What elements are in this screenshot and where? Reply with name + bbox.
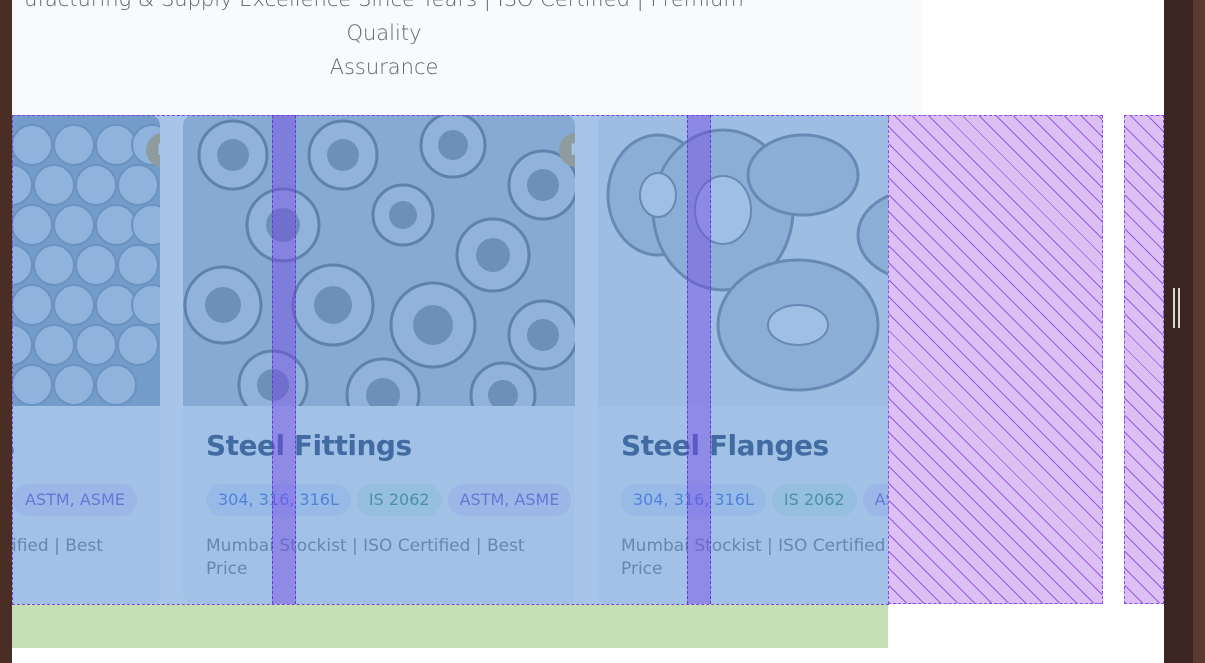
- tag-standard: ASTM, ASME: [13, 484, 137, 516]
- hero-section: ufacturing & Supply Excellence Since Yea…: [12, 0, 922, 115]
- inspector-overflow-hatch: [888, 115, 1103, 604]
- card-tags: 304, 316, 316L IS 2062 ASTM, ASME: [206, 484, 575, 516]
- product-card-flanges[interactable]: Steel Flanges 304, 316, 316LIS 2062AST M…: [598, 115, 888, 604]
- steel-fittings-image: [183, 115, 575, 406]
- tag-is-standard: IS 2062: [356, 484, 442, 516]
- card-title: Steel Flanges: [621, 429, 829, 462]
- card-description: Mumbai Stockist | ISO Certified | Best P…: [621, 536, 888, 579]
- product-slider: P rs ASTM, ASME ified | Best: [12, 115, 888, 604]
- steel-bars-image: [12, 115, 160, 406]
- page-viewport: ufacturing & Supply Excellence Since Yea…: [12, 0, 1164, 663]
- card-title: rs: [12, 429, 15, 462]
- hero-subtitle-line-1: ufacturing & Supply Excellence Since Yea…: [24, 0, 744, 45]
- card-tags: 304, 316, 316LIS 2062AST: [621, 484, 888, 516]
- card-title: Steel Fittings: [206, 429, 412, 462]
- card-tags: ASTM, ASME: [12, 484, 143, 516]
- inspector-gap-strip: [687, 115, 711, 604]
- window-frame-right: [1193, 0, 1205, 663]
- card-description: ified | Best: [12, 536, 103, 556]
- card-description: Mumbai Stockist | ISO Certified | Best P…: [206, 536, 525, 579]
- product-card-bars[interactable]: P rs ASTM, ASME ified | Best: [12, 115, 160, 604]
- product-card-fittings[interactable]: P Steel Fittings 304, 316, 316LIS 2062AS…: [183, 115, 575, 604]
- tag-is-standard: IS 2062: [771, 484, 857, 516]
- hero-subtitle-line-2: Assurance: [329, 55, 439, 79]
- window-frame-left: [0, 0, 12, 663]
- hero-subtitle: ufacturing & Supply Excellence Since Yea…: [12, 0, 756, 84]
- tag-standard: ASTM, ASME: [447, 484, 572, 516]
- steel-flanges-image: [598, 115, 888, 406]
- inspector-padding-overlay: [12, 604, 888, 648]
- inspector-overflow-hatch: [1124, 115, 1164, 604]
- panel-resize-handle[interactable]: [1173, 288, 1181, 328]
- inspector-gap-strip: [272, 115, 296, 604]
- tag-standard: AST: [862, 484, 888, 516]
